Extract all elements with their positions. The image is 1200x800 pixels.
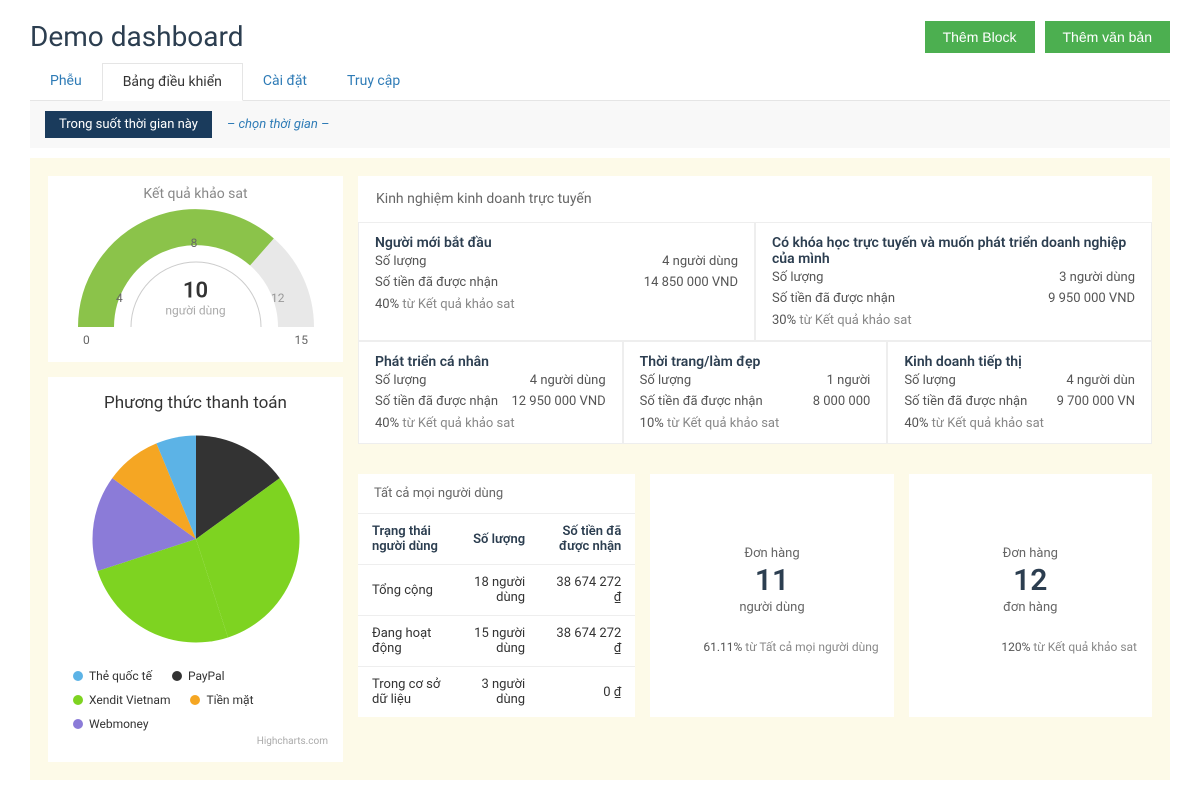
table-row: Đang hoạt động15 người dùng38 674 272 ₫ <box>358 616 635 667</box>
users-title: Tất cả mọi người dùng <box>358 474 635 513</box>
gauge-value: 10 <box>165 279 225 304</box>
experience-title: Kinh nghiệm kinh doanh trực tuyến <box>358 176 1152 222</box>
choose-period-link[interactable]: – chọn thời gian – <box>227 117 329 132</box>
col-amount: Số tiền đã được nhận <box>539 514 635 565</box>
tabs: Phễu Bảng điều khiển Cài đặt Truy cập <box>30 63 1170 101</box>
stat-footer: 61.11% từ Tất cả mọi người dùng <box>665 640 878 654</box>
gauge-max: 15 <box>295 333 309 347</box>
pie-chart <box>81 424 311 654</box>
table-row: Tổng cộng18 người dùng38 674 272 ₫ <box>358 565 635 616</box>
stat-label: Đơn hàng <box>665 546 878 561</box>
legend-item[interactable]: Webmoney <box>73 717 149 731</box>
cell-head: Kinh doanh tiếp thị <box>904 354 1135 370</box>
experience-cell: Người mới bắt đầuSố lượng4 người dùngSố … <box>358 222 755 341</box>
gauge-unit: người dùng <box>165 304 225 318</box>
period-badge[interactable]: Trong suốt thời gian này <box>45 111 212 138</box>
tab-dashboard[interactable]: Bảng điều khiển <box>102 63 243 101</box>
add-text-button[interactable]: Thêm văn bản <box>1045 21 1171 53</box>
add-block-button[interactable]: Thêm Block <box>925 21 1035 53</box>
svg-text:4: 4 <box>116 291 123 305</box>
page-title: Demo dashboard <box>30 20 244 53</box>
stat-footer: 120% từ Kết quả khảo sat <box>924 640 1137 654</box>
cell-head: Thời trang/làm đẹp <box>640 354 871 370</box>
col-qty: Số lượng <box>458 514 539 565</box>
experience-cell: Có khóa học trực tuyến và muốn phát triể… <box>755 222 1152 341</box>
stat-orders-users: Đơn hàng 11 người dùng 61.11% từ Tất cả … <box>650 474 893 717</box>
tab-funnel[interactable]: Phễu <box>30 63 102 100</box>
experience-cell: Thời trang/làm đẹpSố lượng1 ngườiSố tiền… <box>623 341 888 444</box>
cell-head: Người mới bắt đầu <box>375 235 738 251</box>
stat-value: 11 <box>665 563 878 598</box>
gauge-chart: 4 8 12 <box>66 207 326 337</box>
chart-credit[interactable]: Highcharts.com <box>63 736 328 747</box>
cell-head: Phát triển cá nhân <box>375 354 606 370</box>
filter-bar: Trong suốt thời gian này – chọn thời gia… <box>30 101 1170 148</box>
stat-label: Đơn hàng <box>924 546 1137 561</box>
experience-card: Kinh nghiệm kinh doanh trực tuyến Người … <box>358 176 1152 444</box>
legend-item[interactable]: PayPal <box>172 669 225 683</box>
experience-cell: Phát triển cá nhânSố lượng4 người dùngSố… <box>358 341 623 444</box>
pie-card: Phương thức thanh toán Thẻ quốc tế <box>48 377 343 762</box>
gauge-card: Kết quả khảo sat 4 8 12 10 người dù <box>48 176 343 362</box>
legend-item[interactable]: Thẻ quốc tế <box>73 669 152 683</box>
users-card: Tất cả mọi người dùng Trạng thái người d… <box>358 474 635 717</box>
stat-value: 12 <box>924 563 1137 598</box>
experience-cell: Kinh doanh tiếp thịSố lượng4 người dùnSố… <box>887 341 1152 444</box>
stat-orders-count: Đơn hàng 12 đơn hàng 120% từ Kết quả khả… <box>909 474 1152 717</box>
tab-settings[interactable]: Cài đặt <box>243 63 327 100</box>
users-table: Trạng thái người dùng Số lượng Số tiền đ… <box>358 513 635 717</box>
legend-item[interactable]: Tiền mặt <box>190 693 253 707</box>
gauge-title: Kết quả khảo sat <box>63 186 328 202</box>
legend-item[interactable]: Xendit Vietnam <box>73 693 170 707</box>
svg-text:12: 12 <box>271 291 285 305</box>
col-status: Trạng thái người dùng <box>358 514 458 565</box>
cell-head: Có khóa học trực tuyến và muốn phát triể… <box>772 235 1135 267</box>
stat-unit: người dùng <box>665 600 878 615</box>
tab-access[interactable]: Truy cập <box>327 63 420 100</box>
stat-unit: đơn hàng <box>924 600 1137 615</box>
svg-text:8: 8 <box>190 236 197 250</box>
table-row: Trong cơ sở dữ liệu3 người dùng0 ₫ <box>358 667 635 718</box>
gauge-min: 0 <box>83 333 90 347</box>
pie-title: Phương thức thanh toán <box>63 392 328 414</box>
pie-legend: Thẻ quốc tế PayPal Xendit Vietnam Tiền m… <box>63 669 328 731</box>
